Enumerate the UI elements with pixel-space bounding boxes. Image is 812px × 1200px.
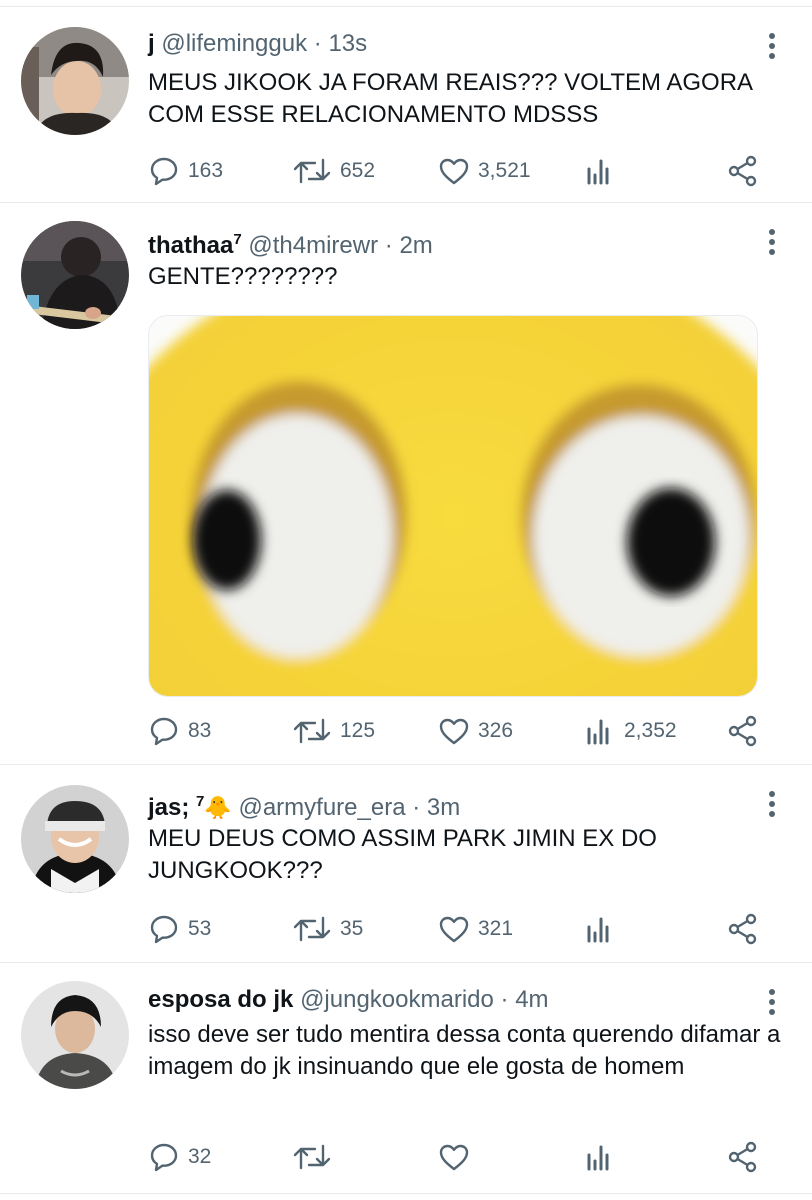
display-name[interactable]: esposa do jk <box>148 986 293 1013</box>
reply-count: 32 <box>188 1145 212 1168</box>
retweet-icon <box>293 718 331 744</box>
reply-icon <box>150 915 178 944</box>
like-icon <box>439 916 469 943</box>
share-icon <box>728 913 757 945</box>
tweet-header: jas; 7🐥 @armyfure_era · 3m <box>148 785 460 821</box>
like-button[interactable] <box>438 1139 478 1175</box>
tweet-1[interactable]: j @lifemingguk · 13s MEUS JIKOOK JA FORA… <box>0 6 812 203</box>
reply-count: 83 <box>188 719 212 742</box>
tweet-header: esposa do jk @jungkookmarido · 4m <box>148 983 549 1017</box>
share-button[interactable] <box>726 153 768 189</box>
separator-dot: · <box>412 794 421 821</box>
reply-button[interactable]: 163 <box>148 153 223 189</box>
retweet-button[interactable]: 125 <box>292 713 375 749</box>
views-icon <box>587 917 609 943</box>
retweet-button[interactable]: 652 <box>292 153 375 189</box>
reply-icon <box>150 1143 178 1172</box>
views-icon <box>587 159 609 185</box>
like-icon <box>439 158 469 185</box>
retweet-button[interactable] <box>292 1139 340 1175</box>
tweet-text: isso deve ser tudo mentira dessa conta q… <box>148 1021 781 1080</box>
retweet-button[interactable]: 35 <box>292 911 363 947</box>
separator-dot: · <box>500 986 509 1013</box>
retweet-count: 125 <box>340 719 376 742</box>
tweet-actions: 32 <box>148 1139 778 1175</box>
views-button[interactable]: 2,352 <box>584 713 677 749</box>
like-count: 3,521 <box>478 159 531 182</box>
tweet-header: thathaa7 @th4mirewr · 2m <box>148 223 433 259</box>
retweet-count: 35 <box>340 917 364 940</box>
view-count: 2,352 <box>624 719 677 742</box>
reply-button[interactable]: 53 <box>148 911 211 947</box>
views-icon <box>587 719 609 745</box>
display-name[interactable]: jas; <box>148 794 189 821</box>
retweet-icon <box>293 916 331 942</box>
more-icon[interactable] <box>766 989 778 1019</box>
share-button[interactable] <box>726 911 768 947</box>
tweet-actions: 53 35 321 <box>148 911 778 947</box>
reply-count: 163 <box>188 159 224 182</box>
more-icon[interactable] <box>766 33 778 63</box>
like-count: 321 <box>478 917 514 940</box>
avatar[interactable] <box>21 981 129 1089</box>
share-button[interactable] <box>726 1139 768 1175</box>
staring-emoji-image <box>149 316 757 696</box>
timestamp[interactable]: 13s <box>328 30 367 57</box>
tweet-2[interactable]: thathaa7 @th4mirewr · 2m GENTE???????? 8… <box>0 202 812 765</box>
tweet-text: GENTE???????? <box>148 263 338 290</box>
avatar[interactable] <box>21 785 129 893</box>
retweet-icon <box>293 158 331 184</box>
user-handle[interactable]: @armyfure_era <box>238 794 405 821</box>
timestamp[interactable]: 2m <box>399 232 432 259</box>
user-badge: 7 <box>233 231 242 248</box>
share-icon <box>728 155 757 187</box>
tweet-media-image[interactable] <box>148 315 758 697</box>
timestamp[interactable]: 4m <box>515 986 548 1013</box>
like-button[interactable]: 321 <box>438 911 513 947</box>
share-icon <box>728 1141 757 1173</box>
retweet-count: 652 <box>340 159 376 182</box>
views-button[interactable] <box>584 911 624 947</box>
separator-dot: · <box>313 30 322 57</box>
more-icon[interactable] <box>766 791 778 821</box>
separator-dot: · <box>384 232 393 259</box>
more-icon[interactable] <box>766 229 778 259</box>
views-button[interactable] <box>584 153 624 189</box>
chick-emoji-icon: 🐥 <box>204 795 232 820</box>
reply-icon <box>150 717 178 746</box>
avatar[interactable] <box>21 221 129 329</box>
like-icon <box>439 1144 469 1171</box>
user-handle[interactable]: @th4mirewr <box>248 232 378 259</box>
user-handle[interactable]: @jungkookmarido <box>300 986 494 1013</box>
tweet-header: j @lifemingguk · 13s <box>148 27 367 61</box>
views-button[interactable] <box>584 1139 624 1175</box>
share-button[interactable] <box>726 713 768 749</box>
display-name[interactable]: thathaa <box>148 232 233 259</box>
like-icon <box>439 718 469 745</box>
display-name[interactable]: j <box>148 30 155 57</box>
user-handle[interactable]: @lifemingguk <box>161 30 307 57</box>
reply-button[interactable]: 32 <box>148 1139 211 1175</box>
retweet-icon <box>293 1144 331 1170</box>
like-count: 326 <box>478 719 514 742</box>
reply-count: 53 <box>188 917 212 940</box>
views-icon <box>587 1145 609 1171</box>
timestamp[interactable]: 3m <box>427 794 460 821</box>
avatar[interactable] <box>21 27 129 135</box>
tweet-actions: 83 125 326 2,352 <box>148 713 778 749</box>
like-button[interactable]: 326 <box>438 713 513 749</box>
tweet-text: MEU DEUS COMO ASSIM PARK JIMIN EX DO JUN… <box>148 825 657 884</box>
like-button[interactable]: 3,521 <box>438 153 531 189</box>
share-icon <box>728 715 757 747</box>
tweet-actions: 163 652 3,521 <box>148 153 778 189</box>
reply-button[interactable]: 83 <box>148 713 211 749</box>
tweet-4[interactable]: esposa do jk @jungkookmarido · 4m isso d… <box>0 962 812 1194</box>
tweet-3[interactable]: jas; 7🐥 @armyfure_era · 3m MEU DEUS COMO… <box>0 764 812 961</box>
tweet-text: MEUS JIKOOK JA FORAM REAIS??? VOLTEM AGO… <box>148 69 752 128</box>
reply-icon <box>150 157 178 186</box>
